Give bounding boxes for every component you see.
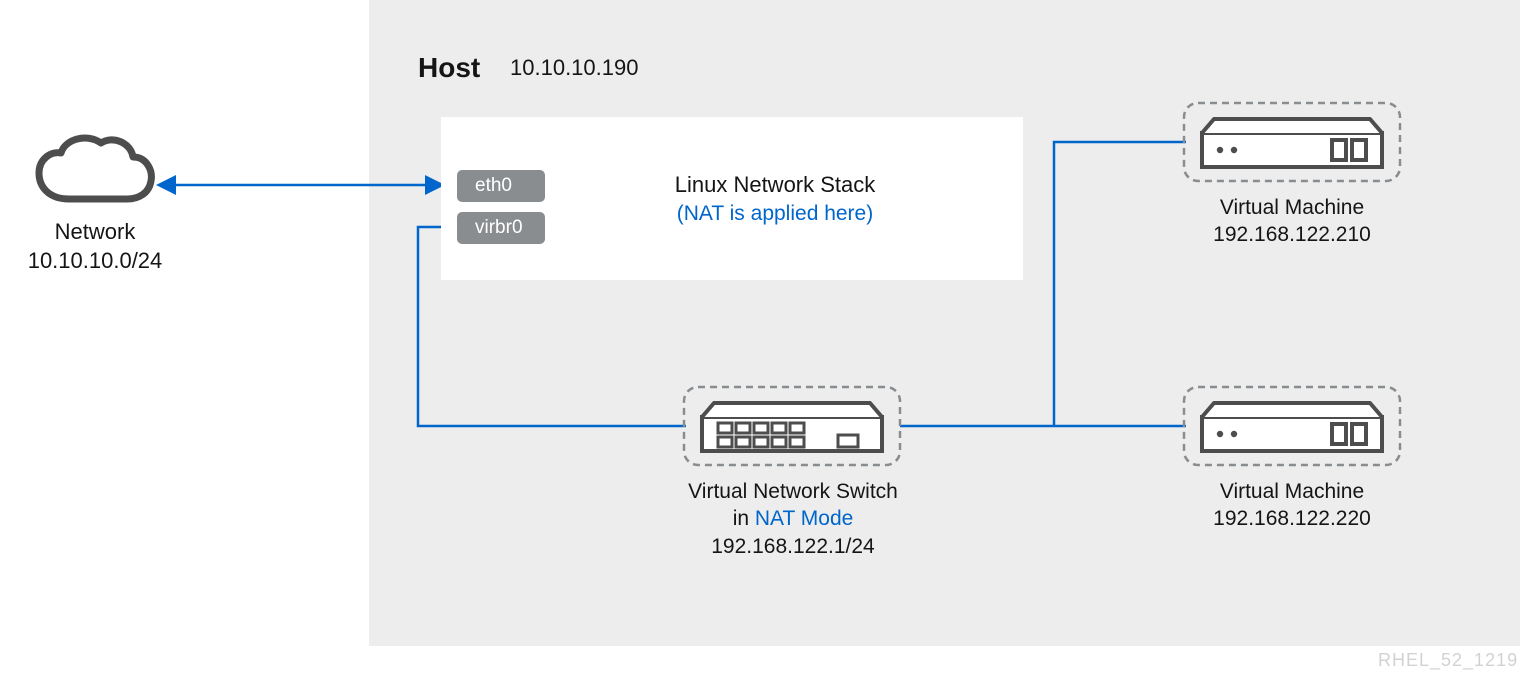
network-name: Network: [55, 219, 136, 244]
stack-text: Linux Network Stack (NAT is applied here…: [600, 171, 950, 227]
virtual-switch-icon: [680, 383, 904, 474]
cloud-icon: [33, 133, 158, 216]
vswitch-line2-prefix: in: [733, 507, 755, 530]
iface-virbr0: virbr0: [457, 212, 545, 244]
vm2-label: Virtual Machine: [1220, 480, 1364, 503]
vswitch-line2-mode: NAT Mode: [755, 507, 853, 530]
host-ip: 10.10.10.190: [510, 55, 638, 80]
iface-virbr0-label: virbr0: [457, 212, 545, 244]
vm2-ip: 192.168.122.220: [1213, 507, 1371, 530]
network-label: Network 10.10.10.0/24: [0, 218, 190, 275]
virtual-switch-text: Virtual Network Switch in NAT Mode 192.1…: [620, 478, 966, 560]
host-title-row: Host 10.10.10.190: [418, 52, 638, 84]
vm1-icon: [1180, 99, 1404, 190]
vm1-ip: 192.168.122.210: [1213, 223, 1371, 246]
stack-title: Linux Network Stack: [675, 172, 876, 197]
iface-eth0: eth0: [457, 170, 545, 202]
vswitch-cidr: 192.168.122.1/24: [711, 535, 875, 558]
stack-subtitle: (NAT is applied here): [677, 202, 873, 225]
iface-eth0-label: eth0: [457, 170, 545, 202]
host-title: Host: [418, 52, 480, 83]
vm2-icon: [1180, 383, 1404, 474]
vm1-text: Virtual Machine 192.168.122.210: [1180, 194, 1404, 249]
vm1-label: Virtual Machine: [1220, 196, 1364, 219]
diagram-watermark: RHEL_52_1219: [1378, 650, 1518, 671]
vswitch-line1: Virtual Network Switch: [688, 480, 898, 503]
network-cidr: 10.10.10.0/24: [28, 248, 163, 273]
vm2-text: Virtual Machine 192.168.122.220: [1180, 478, 1404, 533]
